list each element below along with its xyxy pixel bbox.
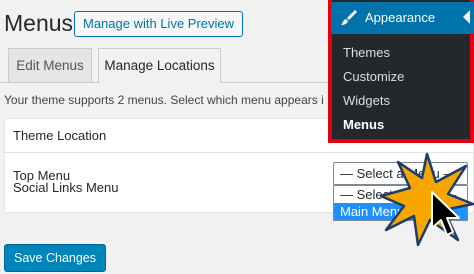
submenu-item-themes[interactable]: Themes xyxy=(343,45,390,60)
page-title: Menus xyxy=(4,10,74,36)
tab-edit-menus[interactable]: Edit Menus xyxy=(8,48,92,82)
info-text: Your theme supports 2 menus. Select whic… xyxy=(4,93,324,107)
manage-live-preview-button[interactable]: Manage with Live Preview xyxy=(74,11,244,37)
submenu-item-customize[interactable]: Customize xyxy=(343,69,404,84)
submenu-item-menus[interactable]: Menus xyxy=(343,117,384,132)
save-changes-button[interactable]: Save Changes xyxy=(4,244,107,272)
tab-manage-locations[interactable]: Manage Locations xyxy=(98,48,221,83)
submenu-item-widgets[interactable]: Widgets xyxy=(343,93,390,108)
current-menu-pointer xyxy=(463,10,470,24)
appearance-menu-label: Appearance xyxy=(365,10,436,25)
cursor-icon xyxy=(431,191,460,236)
column-header-theme-location: Theme Location xyxy=(13,128,107,143)
row-label-social-links-menu: Social Links Menu xyxy=(13,180,119,195)
paintbrush-icon xyxy=(341,10,357,25)
